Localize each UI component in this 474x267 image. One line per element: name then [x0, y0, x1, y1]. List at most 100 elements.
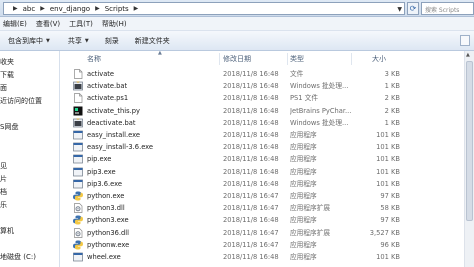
new-folder-button[interactable]: 新建文件夹 [129, 31, 176, 51]
file-size: 1 KB [384, 118, 400, 127]
file-row[interactable]: activate_this.py 2018/11/8 16:48 JetBrains… [62, 105, 474, 117]
exe-file-icon [73, 252, 83, 262]
column-header-name[interactable]: 名称 [87, 51, 101, 67]
breadcrumb-chevron-icon[interactable]: ▶ [134, 5, 139, 12]
chevron-down-icon: ▼ [46, 37, 50, 44]
refresh-icon: ⟳ [409, 4, 417, 13]
blank-file-icon [73, 69, 83, 79]
nav-item-music[interactable]: 乐 [0, 200, 7, 210]
scrollbar-thumb[interactable] [466, 61, 473, 221]
file-size: 97 KB [380, 216, 400, 225]
menu-help[interactable]: 帮助(H) [102, 19, 127, 29]
share-button[interactable]: 共享 ▼ [62, 31, 95, 51]
view-options-button[interactable] [460, 35, 470, 46]
file-modified-date: 2018/11/8 16:47 [223, 204, 279, 213]
nav-item-favorites[interactable]: 收夹 [0, 57, 14, 67]
include-in-library-button[interactable]: 包含到库中 ▼ [2, 31, 56, 51]
file-row[interactable]: python3.dll 2018/11/8 16:47 应用程序扩展 58 KB [62, 202, 474, 214]
file-row[interactable]: deactivate.bat 2018/11/8 16:48 Windows 批处理… [62, 117, 474, 129]
dll-file-icon [73, 227, 83, 238]
file-modified-date: 2018/11/8 16:48 [223, 94, 279, 103]
file-row[interactable]: activate 2018/11/8 16:48 文件 3 KB [62, 68, 474, 80]
breadcrumb: ▶ abc ▶ env_django ▶ Scripts ▶ [8, 5, 143, 13]
file-row[interactable]: python3.exe 2018/11/8 16:48 应用程序 97 KB [62, 214, 474, 226]
vertical-scrollbar[interactable]: ▲ [464, 51, 474, 267]
file-size: 2 KB [384, 106, 400, 115]
nav-item-videos[interactable]: 见 [0, 161, 7, 171]
file-modified-date: 2018/11/8 16:48 [223, 82, 279, 91]
file-row[interactable]: wheel.exe 2018/11/8 16:48 应用程序 101 KB [62, 251, 474, 263]
exe-file-icon [73, 142, 83, 152]
file-name: pip.exe [87, 155, 112, 164]
nav-item-computer[interactable]: 算机 [0, 226, 14, 236]
column-divider[interactable] [287, 53, 288, 65]
file-type: 应用程序 [290, 192, 317, 200]
file-size: 3,527 KB [369, 228, 400, 237]
file-row[interactable]: pip3.6.exe 2018/11/8 16:48 应用程序 101 KB [62, 178, 474, 190]
new-folder-label: 新建文件夹 [134, 36, 170, 45]
file-name: activate_this.py [87, 106, 140, 115]
nav-item-documents[interactable]: 档 [0, 187, 7, 197]
search-input[interactable]: 搜索 Scripts [421, 2, 474, 15]
file-type: 应用程序 [290, 167, 317, 176]
nav-item-baidu-netdisk[interactable]: S网盘 [0, 122, 18, 132]
file-row[interactable]: python.exe 2018/11/8 16:47 应用程序 97 KB [62, 190, 474, 202]
exe-file-icon [73, 130, 83, 140]
file-type: 应用程序 [290, 240, 317, 249]
address-bar[interactable]: ▶ abc ▶ env_django ▶ Scripts ▶ ▼ [3, 2, 405, 15]
breadcrumb-scripts[interactable]: Scripts [105, 5, 129, 13]
file-row[interactable]: easy_install-3.6.exe 2018/11/8 16:48 应用程序 1… [62, 141, 474, 153]
column-divider[interactable] [351, 53, 352, 65]
file-row[interactable]: python36.dll 2018/11/8 16:47 应用程序扩展 3,527 K… [62, 227, 474, 239]
file-modified-date: 2018/11/8 16:48 [223, 131, 279, 139]
file-row[interactable]: easy_install.exe 2018/11/8 16:48 应用程序 101 K… [62, 129, 474, 141]
column-divider[interactable] [219, 53, 220, 65]
menu-view[interactable]: 查看(V) [36, 19, 60, 29]
file-type: JetBrains PyChar... [290, 106, 352, 115]
breadcrumb-abc[interactable]: abc [23, 5, 36, 13]
nav-item-recent-places[interactable]: 近访问的位置 [0, 96, 42, 106]
file-modified-date: 2018/11/8 16:48 [223, 167, 279, 176]
menu-tools[interactable]: 工具(T) [69, 19, 93, 29]
blank-file-icon [73, 93, 83, 104]
column-header-date[interactable]: 修改日期 [223, 51, 251, 67]
breadcrumb-chevron-icon[interactable]: ▶ [40, 5, 45, 12]
file-row[interactable]: pythonw.exe 2018/11/8 16:47 应用程序 96 KB [62, 239, 474, 251]
python-exe-icon [73, 240, 83, 250]
sort-indicator-icon: ▲ [158, 51, 162, 56]
exe-file-icon [73, 167, 83, 177]
file-row[interactable]: pip.exe 2018/11/8 16:48 应用程序 101 KB [62, 153, 474, 165]
file-name: easy_install-3.6.exe [87, 143, 154, 152]
breadcrumb-chevron-icon[interactable]: ▶ [95, 5, 100, 12]
pycharm-file-icon [73, 106, 83, 116]
file-modified-date: 2018/11/8 16:48 [223, 143, 279, 152]
column-header-type[interactable]: 类型 [290, 51, 304, 67]
file-row[interactable]: activate.ps1 2018/11/8 16:48 PS1 文件 2 KB [62, 92, 474, 104]
file-row[interactable]: pip3.exe 2018/11/8 16:48 应用程序 101 KB [62, 166, 474, 178]
nav-item-pictures[interactable]: 片 [0, 174, 7, 184]
breadcrumb-env-django[interactable]: env_django [50, 5, 90, 13]
file-type: PS1 文件 [290, 94, 319, 103]
file-modified-date: 2018/11/8 16:48 [223, 253, 279, 261]
exe-file-icon [73, 179, 83, 189]
file-size: 101 KB [376, 253, 400, 261]
batch-file-icon [73, 118, 83, 128]
burn-button[interactable]: 刻录 [99, 31, 125, 51]
refresh-button[interactable]: ⟳ [407, 2, 419, 15]
file-name: python3.exe [87, 216, 129, 225]
scroll-up-icon[interactable]: ▲ [466, 52, 470, 58]
navigation-pane: 收夹 下载 面 近访问的位置 S网盘 见 片 档 乐 算机 地磁盘 (C:) [0, 51, 60, 267]
command-toolbar: 包含到库中 ▼ 共享 ▼ 刻录 新建文件夹 [0, 31, 474, 51]
file-row[interactable]: activate.bat 2018/11/8 16:48 Windows 批处理..… [62, 80, 474, 92]
python-exe-icon [73, 191, 83, 201]
nav-item-local-disk-c[interactable]: 地磁盘 (C:) [0, 252, 36, 262]
column-header-size[interactable]: 大小 [372, 51, 386, 67]
file-name: pythonw.exe [87, 240, 130, 249]
address-bar-row: ▶ abc ▶ env_django ▶ Scripts ▶ ▼ ⟳ 搜索 Sc… [0, 0, 474, 17]
address-dropdown-icon[interactable]: ▼ [397, 6, 402, 13]
file-size: 97 KB [380, 192, 400, 200]
nav-item-downloads[interactable]: 下载 [0, 70, 14, 80]
file-size: 101 KB [376, 167, 400, 176]
nav-item-desktop[interactable]: 面 [0, 83, 7, 93]
menu-edit[interactable]: 编辑(E) [3, 19, 27, 29]
